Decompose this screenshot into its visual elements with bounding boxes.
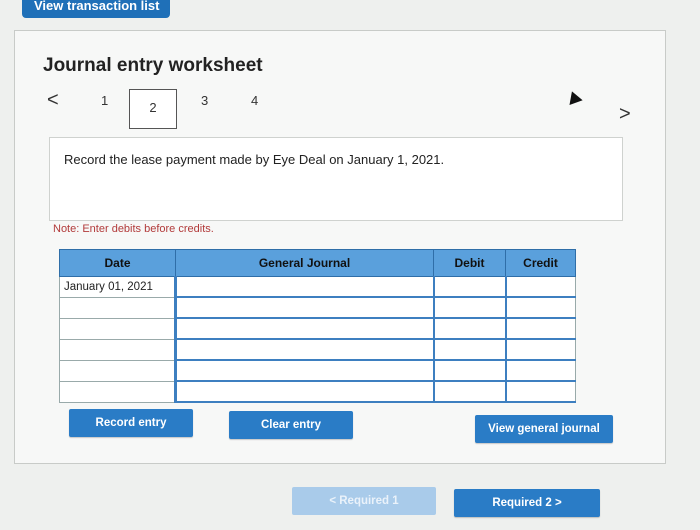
credit-input[interactable] bbox=[504, 317, 576, 340]
credit-header: Credit bbox=[505, 249, 576, 277]
credit-input[interactable] bbox=[504, 276, 576, 298]
date-header: Date bbox=[59, 249, 176, 277]
date-cell bbox=[59, 317, 176, 340]
date-cell bbox=[59, 380, 176, 403]
step-1-tab[interactable]: 1 bbox=[101, 93, 108, 108]
journal-input[interactable] bbox=[174, 317, 434, 340]
journal-table: Date General Journal Debit Credit Januar… bbox=[59, 249, 576, 403]
date-cell bbox=[59, 338, 176, 361]
mouse-cursor-icon bbox=[565, 88, 583, 106]
worksheet-card: Journal entry worksheet < 1 2 3 4 > Reco… bbox=[14, 30, 666, 464]
table-row bbox=[59, 317, 576, 340]
record-entry-button[interactable]: Record entry bbox=[69, 409, 193, 437]
date-cell bbox=[59, 359, 176, 382]
step-3-tab[interactable]: 3 bbox=[201, 93, 208, 108]
debit-header: Debit bbox=[433, 249, 506, 277]
credit-input[interactable] bbox=[504, 338, 576, 361]
table-header-row: Date General Journal Debit Credit bbox=[59, 249, 576, 277]
general-journal-header: General Journal bbox=[175, 249, 434, 277]
journal-input[interactable] bbox=[174, 380, 434, 403]
required-2-button[interactable]: Required 2 > bbox=[454, 489, 600, 517]
debit-input[interactable] bbox=[432, 359, 506, 382]
debit-input[interactable] bbox=[432, 338, 506, 361]
debit-input[interactable] bbox=[432, 380, 506, 403]
page-title: Journal entry worksheet bbox=[43, 55, 263, 76]
prev-step-button[interactable]: < bbox=[47, 89, 59, 112]
journal-input[interactable] bbox=[174, 359, 434, 382]
credit-input[interactable] bbox=[504, 380, 576, 403]
required-1-button[interactable]: < Required 1 bbox=[292, 487, 436, 515]
step-4-tab[interactable]: 4 bbox=[251, 93, 258, 108]
instruction-text: Record the lease payment made by Eye Dea… bbox=[64, 152, 445, 167]
view-transaction-list-button[interactable]: View transaction list bbox=[22, 0, 170, 18]
table-row bbox=[59, 296, 576, 319]
table-row bbox=[59, 338, 576, 361]
view-general-journal-button[interactable]: View general journal bbox=[475, 415, 613, 443]
table-row: January 01, 2021 bbox=[59, 276, 576, 298]
next-step-button[interactable]: > bbox=[619, 103, 631, 126]
date-cell bbox=[59, 296, 176, 319]
note-text: Note: Enter debits before credits. bbox=[53, 223, 214, 235]
clear-entry-button[interactable]: Clear entry bbox=[229, 411, 353, 439]
date-cell: January 01, 2021 bbox=[59, 276, 176, 298]
step-2-tab[interactable]: 2 bbox=[129, 89, 177, 129]
instruction-box: Record the lease payment made by Eye Dea… bbox=[49, 137, 623, 221]
debit-input[interactable] bbox=[432, 276, 506, 298]
journal-input[interactable] bbox=[174, 296, 434, 319]
debit-input[interactable] bbox=[432, 317, 506, 340]
credit-input[interactable] bbox=[504, 359, 576, 382]
journal-input[interactable] bbox=[174, 276, 434, 298]
debit-input[interactable] bbox=[432, 296, 506, 319]
credit-input[interactable] bbox=[504, 296, 576, 319]
table-row bbox=[59, 359, 576, 382]
journal-input[interactable] bbox=[174, 338, 434, 361]
table-row bbox=[59, 380, 576, 403]
